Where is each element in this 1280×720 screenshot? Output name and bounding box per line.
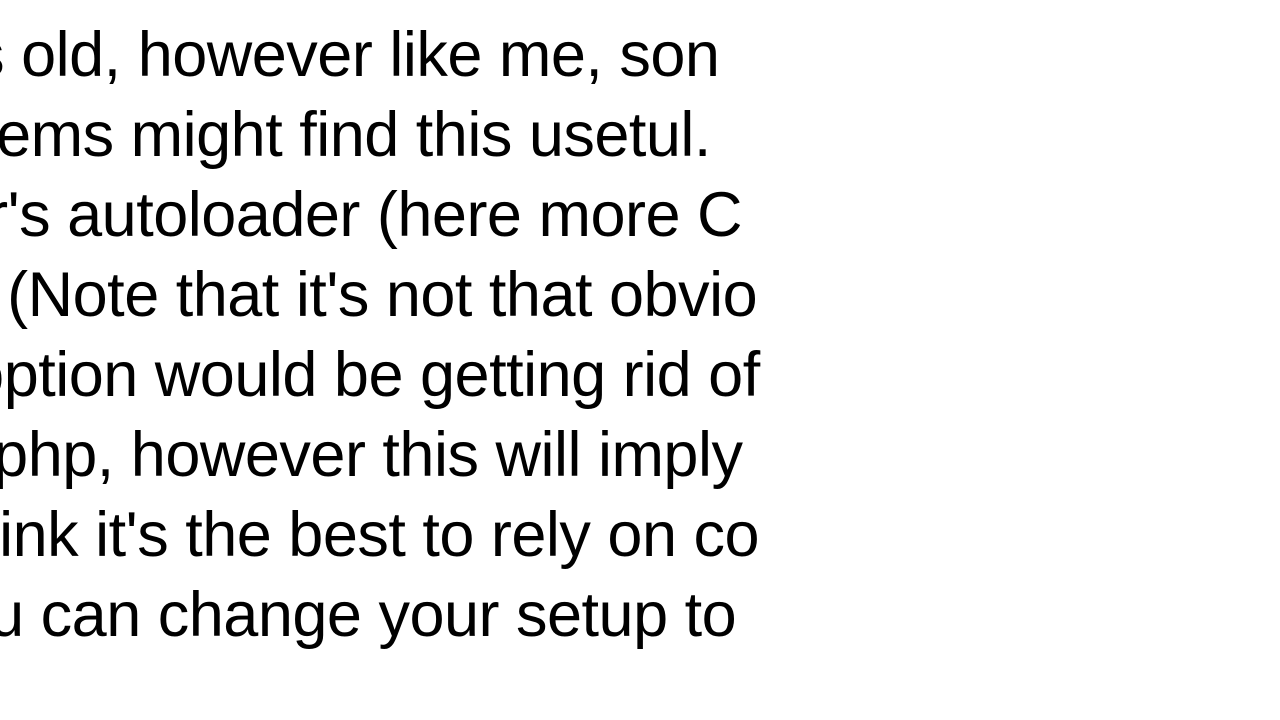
text-line: ncies. I think it's the best to rely on …: [0, 495, 760, 575]
text-line: Kohana)) (Note that it's not that obvio: [0, 255, 760, 335]
text-line: g old systems might find this usetul.: [0, 95, 760, 175]
text-line: I know it's old, however like me, son: [0, 15, 760, 95]
text-line: composer's autoloader (here more C: [0, 175, 760, 255]
text-line: ana/core.php, however this will imply: [0, 415, 760, 495]
document-text-fragment: I know it's old, however like me, son g …: [0, 15, 760, 655]
text-line: Another option would be getting rid of: [0, 335, 760, 415]
text-line: ader if you can change your setup to: [0, 575, 760, 655]
